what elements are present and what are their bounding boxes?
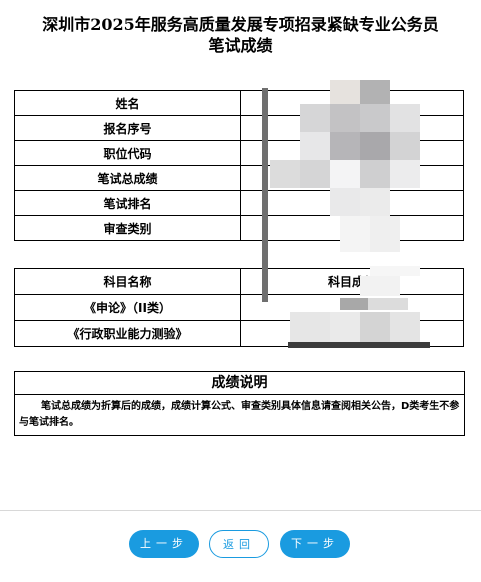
row-value-name bbox=[240, 90, 464, 116]
subject-name-essay: 《申论》（II类） bbox=[14, 294, 241, 321]
page-title: 深圳市2025年服务高质量发展专项招录紧缺专业公务员 笔试成绩 bbox=[0, 14, 481, 56]
table-row: 笔试排名 bbox=[14, 190, 464, 216]
row-label-position-code: 职位代码 bbox=[14, 140, 241, 166]
row-value-total-score bbox=[240, 165, 464, 191]
table-row: 《申论》（II类） bbox=[14, 294, 464, 321]
table-row: 笔试总成绩 bbox=[14, 165, 464, 191]
score-notes: 成绩说明 笔试总成绩为折算后的成绩，成绩计算公式、审查类别具体信息请查阅相关公告… bbox=[14, 371, 465, 436]
footer-divider bbox=[0, 510, 481, 511]
column-header-score: 科目成绩 bbox=[240, 268, 464, 295]
table-row: 职位代码 bbox=[14, 140, 464, 166]
page-title-line1: 深圳市2025年服务高质量发展专项招录紧缺专业公务员 bbox=[42, 15, 439, 34]
score-notes-body: 笔试总成绩为折算后的成绩，成绩计算公式、审查类别具体信息请查阅相关公告，D类考生… bbox=[19, 401, 460, 428]
page-title-line2: 笔试成绩 bbox=[208, 36, 273, 55]
row-label-review-category: 审查类别 bbox=[14, 215, 241, 241]
table-row: 姓名 bbox=[14, 90, 464, 116]
subject-score-essay bbox=[240, 294, 464, 321]
row-label-rank: 笔试排名 bbox=[14, 190, 241, 216]
row-value-rank bbox=[240, 190, 464, 216]
table-row: 《行政职业能力测验》 bbox=[14, 320, 464, 347]
subject-table: 科目名称 科目成绩 《申论》（II类） 《行政职业能力测验》 bbox=[14, 268, 464, 347]
prev-step-button[interactable]: 上一步 bbox=[129, 530, 199, 558]
table-row: 审查类别 bbox=[14, 215, 464, 241]
score-notes-title: 成绩说明 bbox=[15, 372, 464, 395]
row-value-position-code bbox=[240, 140, 464, 166]
info-table: 姓名 报名序号 职位代码 笔试总成绩 笔试排名 审查类别 bbox=[14, 90, 464, 241]
table-row: 报名序号 bbox=[14, 115, 464, 141]
table-header-row: 科目名称 科目成绩 bbox=[14, 268, 464, 295]
column-header-subject: 科目名称 bbox=[14, 268, 241, 295]
row-value-registration-no bbox=[240, 115, 464, 141]
row-label-total-score: 笔试总成绩 bbox=[14, 165, 241, 191]
back-button[interactable]: 返回 bbox=[209, 530, 269, 558]
subject-score-aptitude bbox=[240, 320, 464, 347]
next-step-button[interactable]: 下一步 bbox=[280, 530, 350, 558]
row-value-review-category bbox=[240, 215, 464, 241]
row-label-name: 姓名 bbox=[14, 90, 241, 116]
row-label-registration-no: 报名序号 bbox=[14, 115, 241, 141]
subject-name-aptitude: 《行政职业能力测验》 bbox=[14, 320, 241, 347]
